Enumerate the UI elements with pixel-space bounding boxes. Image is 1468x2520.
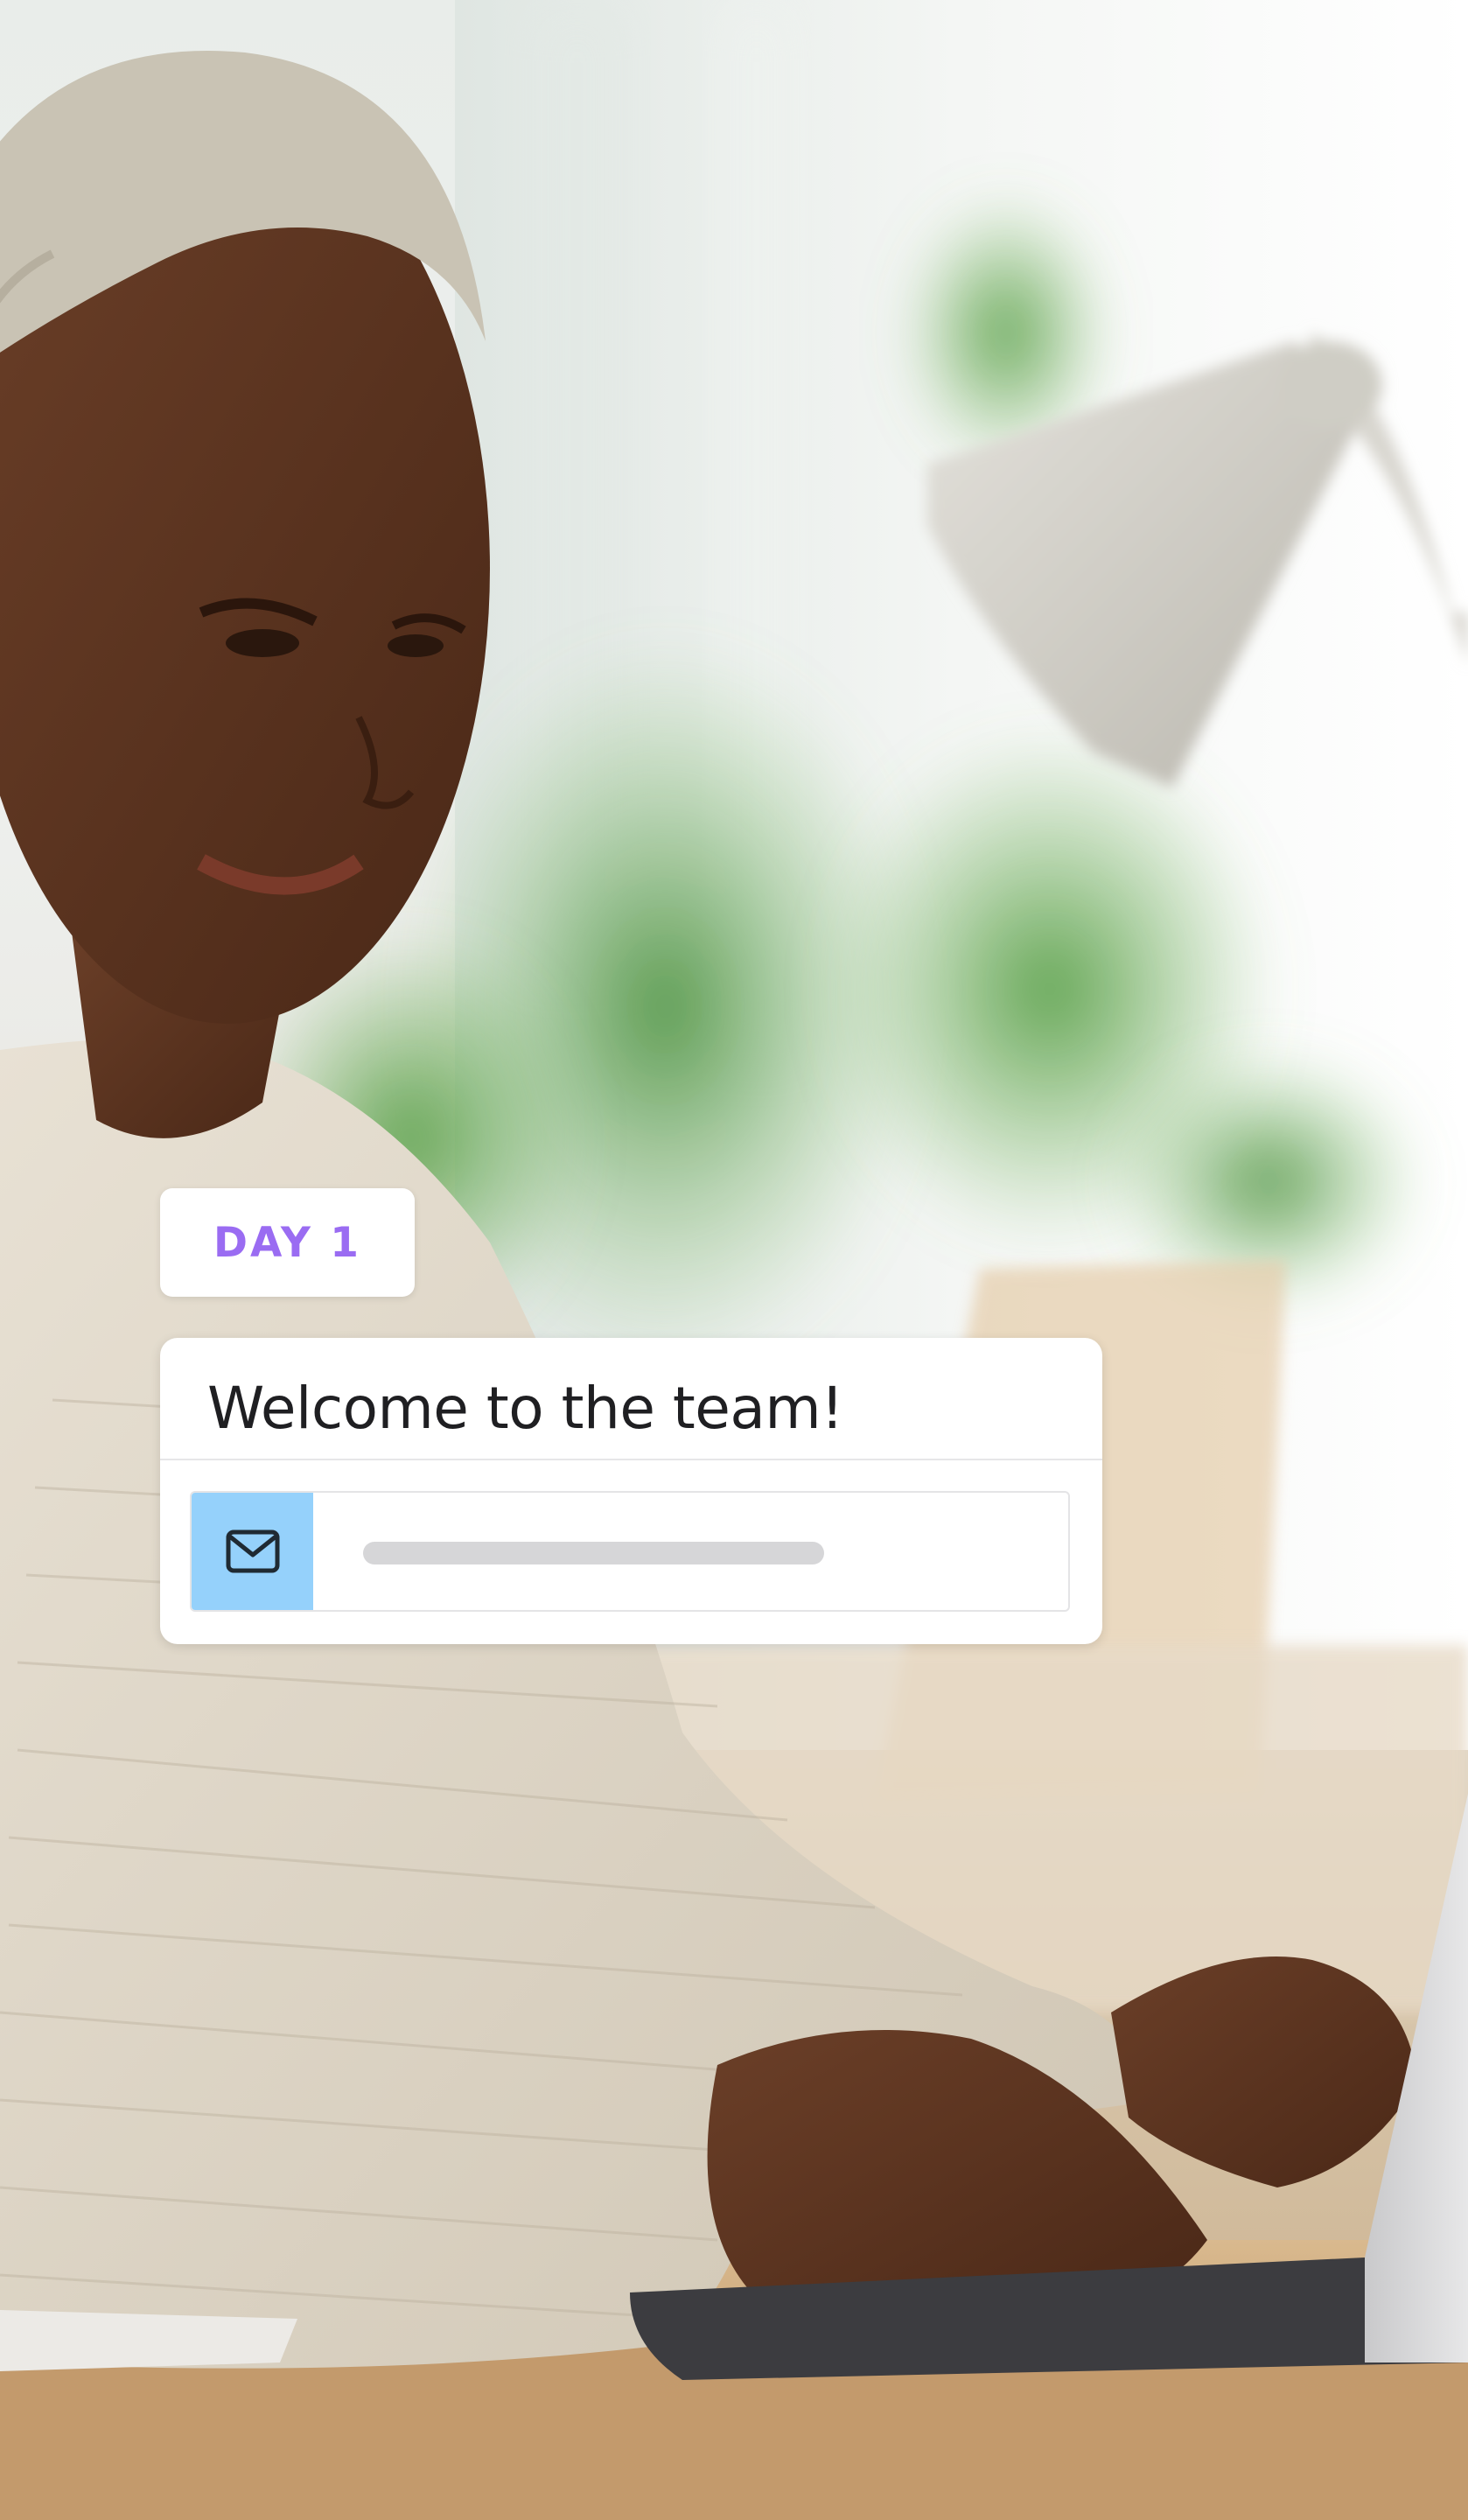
message-preview-placeholder bbox=[363, 1542, 824, 1564]
day-badge-label: DAY 1 bbox=[213, 1218, 361, 1267]
card-divider bbox=[160, 1459, 1102, 1460]
email-message-row[interactable] bbox=[190, 1491, 1070, 1612]
welcome-title: Welcome to the team! bbox=[207, 1374, 844, 1442]
envelope-icon bbox=[226, 1530, 279, 1573]
email-icon-tile bbox=[192, 1493, 313, 1610]
day-badge: DAY 1 bbox=[160, 1188, 415, 1297]
welcome-card[interactable]: Welcome to the team! bbox=[160, 1338, 1102, 1644]
